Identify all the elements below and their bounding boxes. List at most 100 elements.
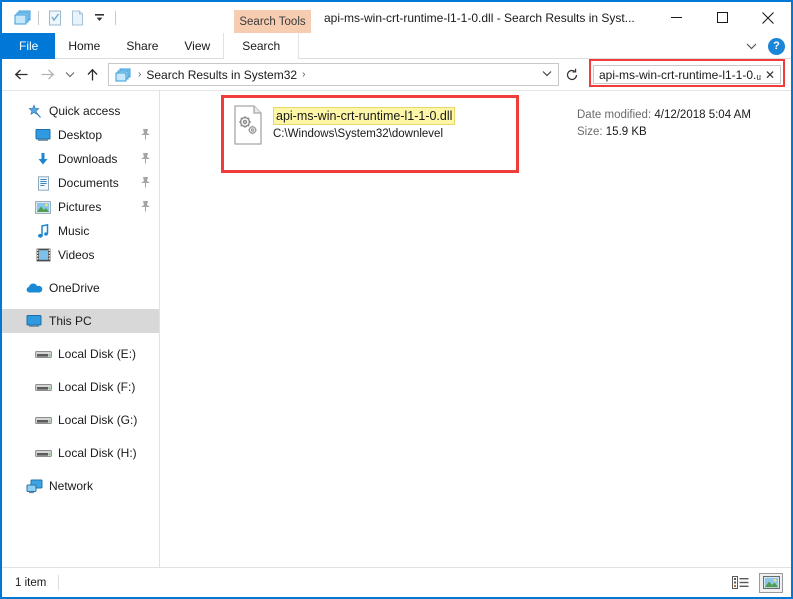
disk-drive-icon bbox=[33, 412, 53, 428]
back-button[interactable] bbox=[8, 62, 34, 88]
sidebar-gap-2 bbox=[2, 300, 159, 309]
sidebar-gap-3 bbox=[2, 333, 159, 342]
details-pane: Date modified: 4/12/2018 5:04 AM Size: 1… bbox=[577, 107, 751, 141]
sidebar-item-label: Local Disk (F:) bbox=[58, 380, 136, 394]
properties-icon[interactable] bbox=[44, 7, 66, 29]
music-icon bbox=[33, 223, 53, 239]
qat-separator-1 bbox=[38, 10, 39, 25]
sidebar-item-music[interactable]: Music bbox=[2, 219, 159, 243]
tab-view[interactable]: View bbox=[171, 33, 223, 59]
sidebar-item-desktop[interactable]: Desktop bbox=[2, 123, 159, 147]
sidebar-item-local-disk-e[interactable]: Local Disk (E:) bbox=[2, 342, 159, 366]
sidebar-item-label: Pictures bbox=[58, 200, 102, 214]
breadcrumb-tools bbox=[538, 69, 556, 80]
star-pin-icon bbox=[24, 103, 44, 119]
chevron-down-icon[interactable] bbox=[743, 38, 759, 54]
tab-file-label: File bbox=[19, 39, 39, 53]
onedrive-cloud-icon bbox=[24, 280, 44, 296]
pictures-icon bbox=[33, 199, 53, 215]
search-box[interactable]: api-ms-win-crt-runtime-l1-1-0.ᵤ ✕ bbox=[593, 65, 781, 84]
pin-icon[interactable] bbox=[140, 152, 151, 167]
detail-size-label: Size: bbox=[577, 126, 603, 138]
qat-separator-2 bbox=[115, 10, 116, 25]
file-explorer-window: Search Tools api-ms-win-crt-runtime-l1-1… bbox=[0, 0, 793, 599]
explorer-folder-icon bbox=[113, 68, 133, 82]
tab-home[interactable]: Home bbox=[55, 33, 113, 59]
sidebar-item-label: Documents bbox=[58, 176, 119, 190]
breadcrumb-separator-2[interactable]: › bbox=[297, 69, 310, 80]
sidebar-item-label: This PC bbox=[49, 314, 92, 328]
network-icon bbox=[24, 478, 44, 494]
result-file-name[interactable]: api-ms-win-crt-runtime-l1-1-0.dll bbox=[273, 107, 456, 125]
window-title: api-ms-win-crt-runtime-l1-1-0.dll - Sear… bbox=[324, 10, 635, 25]
sidebar-item-documents[interactable]: Documents bbox=[2, 171, 159, 195]
dll-system-file-icon bbox=[232, 105, 264, 145]
tab-home-label: Home bbox=[68, 39, 101, 53]
sidebar-item-local-disk-h[interactable]: Local Disk (H:) bbox=[2, 441, 159, 465]
recent-locations-button[interactable] bbox=[60, 62, 79, 88]
videos-icon bbox=[33, 247, 53, 263]
details-view-button[interactable] bbox=[728, 573, 752, 593]
sidebar-item-label: Network bbox=[49, 479, 94, 493]
large-icons-view-button[interactable] bbox=[759, 572, 783, 593]
contextual-tab-header: Search Tools bbox=[234, 10, 311, 33]
item-count-label: 1 item bbox=[15, 576, 47, 589]
sidebar-gap-7 bbox=[2, 465, 159, 474]
navigation-pane: Quick access Desktop Downloads Documents… bbox=[2, 91, 160, 567]
minimize-button[interactable] bbox=[653, 2, 699, 33]
close-button[interactable] bbox=[745, 2, 791, 33]
refresh-button[interactable] bbox=[559, 62, 585, 88]
maximize-button[interactable] bbox=[699, 2, 745, 33]
sidebar-item-pictures[interactable]: Pictures bbox=[2, 195, 159, 219]
help-label: ? bbox=[773, 40, 780, 52]
sidebar-item-label: Music bbox=[58, 224, 90, 238]
list-item-texts: api-ms-win-crt-runtime-l1-1-0.dll C:\Win… bbox=[273, 105, 456, 140]
result-file-path: C:\Windows\System32\downlevel bbox=[273, 128, 444, 140]
sidebar-item-onedrive[interactable]: OneDrive bbox=[2, 276, 159, 300]
sidebar-gap-4 bbox=[2, 366, 159, 375]
pin-icon[interactable] bbox=[140, 200, 151, 215]
detail-size: Size: 15.9 KB bbox=[577, 124, 751, 141]
search-box-container: api-ms-win-crt-runtime-l1-1-0.ᵤ ✕ bbox=[589, 59, 785, 87]
results-pane[interactable]: api-ms-win-crt-runtime-l1-1-0.dll C:\Win… bbox=[160, 91, 791, 567]
sidebar-item-label: Local Disk (G:) bbox=[58, 413, 138, 427]
explorer-folder-icon[interactable] bbox=[11, 7, 33, 29]
sidebar-item-this-pc[interactable]: This PC bbox=[2, 309, 159, 333]
sidebar-item-local-disk-g[interactable]: Local Disk (G:) bbox=[2, 408, 159, 432]
sidebar-item-quick-access[interactable]: Quick access bbox=[2, 99, 159, 123]
close-icon[interactable]: ✕ bbox=[762, 68, 778, 82]
pin-icon[interactable] bbox=[140, 128, 151, 143]
help-icon[interactable]: ? bbox=[768, 37, 785, 55]
sidebar-item-network[interactable]: Network bbox=[2, 474, 159, 498]
forward-button[interactable] bbox=[34, 62, 60, 88]
sidebar-item-local-disk-f[interactable]: Local Disk (F:) bbox=[2, 375, 159, 399]
chevron-down-icon[interactable] bbox=[538, 69, 556, 80]
up-button[interactable] bbox=[79, 62, 105, 88]
breadcrumb-separator-1[interactable]: › bbox=[133, 69, 146, 80]
desktop-icon bbox=[33, 127, 53, 143]
sidebar-gap-6 bbox=[2, 432, 159, 441]
sidebar-item-label: Local Disk (E:) bbox=[58, 347, 137, 361]
quick-access-toolbar bbox=[2, 2, 121, 33]
sidebar-item-label: Videos bbox=[58, 248, 95, 262]
tab-share[interactable]: Share bbox=[113, 33, 171, 59]
disk-drive-icon bbox=[33, 445, 53, 461]
tab-file[interactable]: File bbox=[2, 33, 56, 59]
downloads-icon bbox=[33, 151, 53, 167]
caption-buttons bbox=[653, 2, 791, 33]
new-folder-icon[interactable] bbox=[66, 7, 88, 29]
sidebar-item-videos[interactable]: Videos bbox=[2, 243, 159, 267]
breadcrumb-path[interactable]: Search Results in System32 bbox=[146, 68, 297, 82]
customize-dropdown-icon[interactable] bbox=[88, 7, 110, 29]
tab-search[interactable]: Search bbox=[223, 33, 300, 59]
list-item[interactable]: api-ms-win-crt-runtime-l1-1-0.dll C:\Win… bbox=[232, 105, 456, 145]
search-input[interactable]: api-ms-win-crt-runtime-l1-1-0.ᵤ bbox=[599, 68, 762, 82]
view-mode-buttons bbox=[728, 572, 783, 593]
pin-icon[interactable] bbox=[140, 176, 151, 191]
sidebar-item-label: Quick access bbox=[49, 104, 121, 118]
ribbon-tab-strip: File Home Share View Search ? bbox=[2, 33, 791, 59]
breadcrumb[interactable]: › Search Results in System32 › bbox=[108, 63, 559, 86]
sidebar-item-label: Downloads bbox=[58, 152, 118, 166]
tab-share-label: Share bbox=[126, 39, 159, 53]
sidebar-item-downloads[interactable]: Downloads bbox=[2, 147, 159, 171]
